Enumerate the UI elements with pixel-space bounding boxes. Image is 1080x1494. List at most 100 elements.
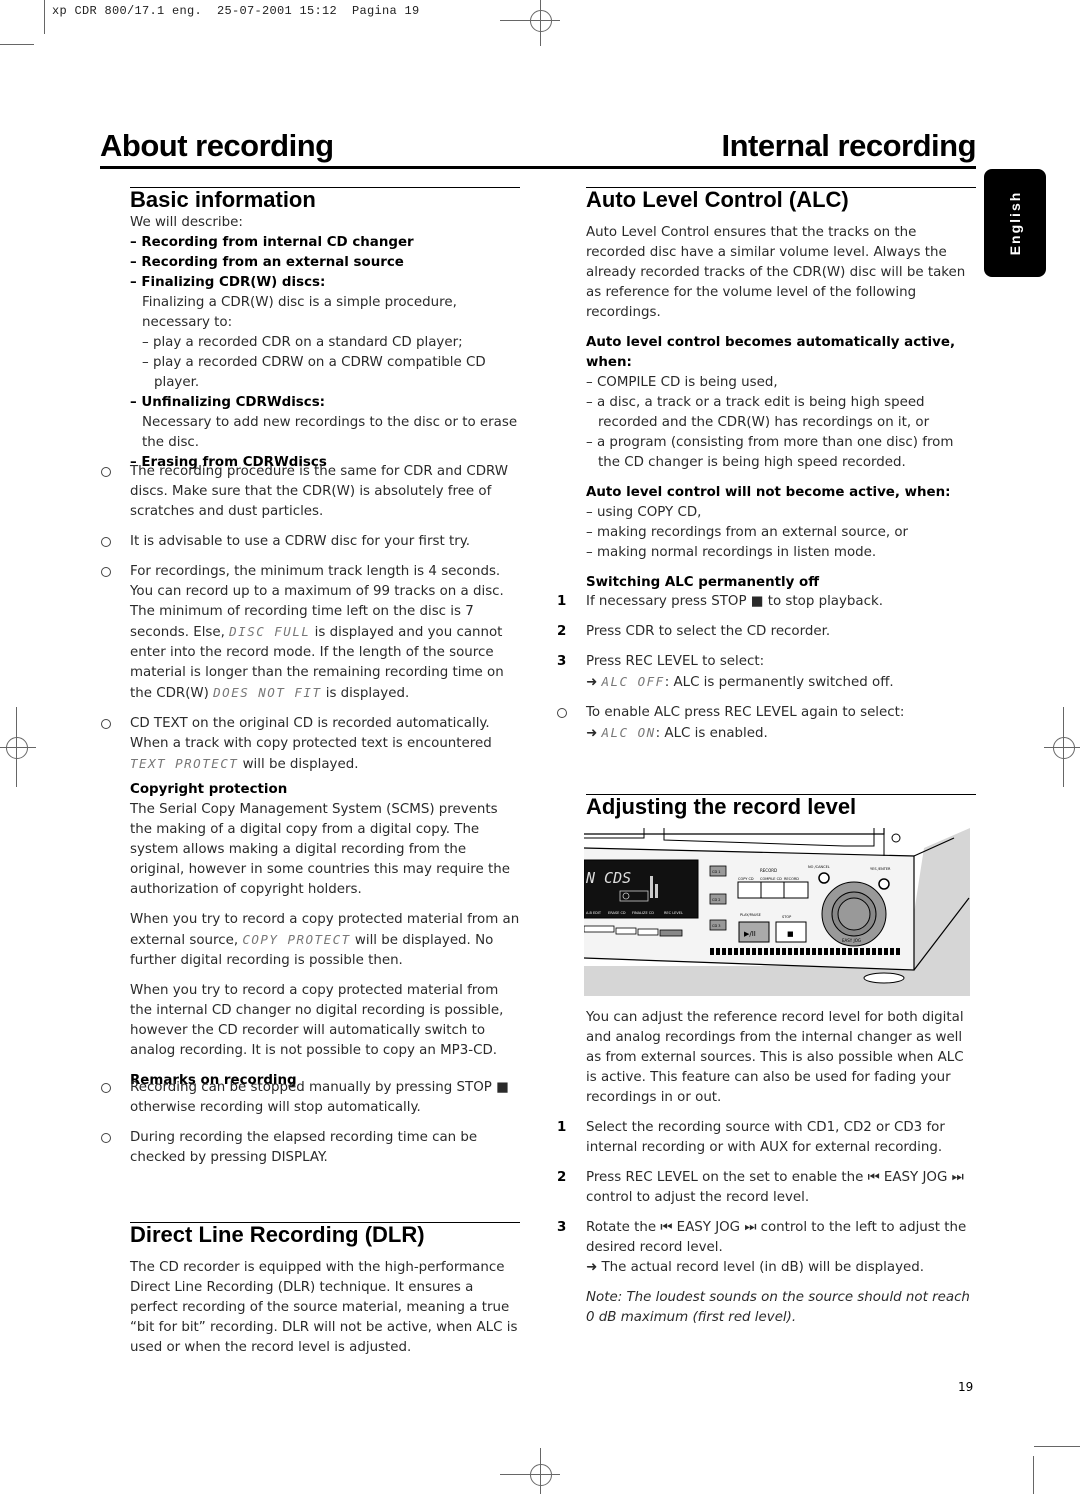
svg-text:YES /ENTER: YES /ENTER (870, 867, 891, 871)
svg-text:CD 3: CD 3 (712, 924, 720, 928)
vent-slot (836, 948, 840, 955)
vent-slot (770, 948, 774, 955)
svg-text:CD 2: CD 2 (712, 898, 720, 902)
display-button-label: A-B EDIT (586, 911, 602, 915)
svg-text:PLAY/PAUSE: PLAY/PAUSE (740, 913, 761, 917)
bullet-item: For recordings, the minimum track length… (101, 562, 522, 704)
adjust-record-level-heading: Adjusting the record level (586, 794, 857, 819)
arrow-right-icon: ➜ (586, 675, 598, 690)
display-button-label: REC LEVEL (664, 911, 683, 915)
bullet-circle-icon (557, 708, 567, 718)
registration-mark (6, 737, 28, 759)
left-page-title: About recording (100, 128, 334, 163)
step-item: 1 Select the recording source with CD1, C… (557, 1120, 945, 1155)
vent-slot (884, 948, 888, 955)
copyright-protection: Copyright protection The Serial Copy Man… (130, 780, 522, 1091)
registration-mark (530, 1464, 552, 1486)
dlr-heading: Direct Line Recording (DLR) (130, 1222, 425, 1247)
vent-slot (824, 948, 828, 955)
svg-text:EASY JOG: EASY JOG (842, 938, 861, 943)
vent-slot (854, 948, 858, 955)
lcd-text-does-not-fit: DOES NOT FIT (213, 685, 322, 700)
cd-recorder-illustration: N CDS A-B EDIT ERASE CD FINALIZE CD REC … (584, 828, 970, 996)
svg-text:RECORD: RECORD (784, 877, 799, 881)
vent-slot (722, 948, 726, 955)
vent-slot (818, 948, 822, 955)
title-rule (100, 166, 976, 169)
svg-text:RECORD: RECORD (760, 868, 777, 873)
vent-slot (788, 948, 792, 955)
recording-notes: The recording procedure is the same for … (101, 452, 522, 775)
note-text: Note: The loudest sounds on the source s… (586, 1290, 970, 1325)
vent-slot (740, 948, 744, 955)
copyright-heading: Copyright protection (130, 782, 288, 797)
bullet-item: Recording can be stopped manually by pre… (101, 1078, 522, 1118)
crop-mark (1033, 1456, 1034, 1494)
svg-text:NO /CANCEL: NO /CANCEL (808, 865, 830, 869)
vent-slot (728, 948, 732, 955)
alc-inactive-heading: Auto level control will not become activ… (586, 485, 951, 500)
lcd-text-copy-protect: COPY PROTECT (242, 932, 351, 947)
vent-slot (746, 948, 750, 955)
svg-text:CD 1: CD 1 (712, 870, 720, 874)
vent-slot (782, 948, 786, 955)
lcd-text-disc-full: DISC FULL (229, 624, 311, 639)
bullet-item: The recording procedure is the same for … (101, 462, 522, 522)
vent-slot (764, 948, 768, 955)
right-page-title: Internal recording (721, 128, 976, 163)
vent-slot (872, 948, 876, 955)
vent-slot (758, 948, 762, 955)
lcd-text-text-protect: TEXT PROTECT (130, 756, 239, 771)
bullet-circle-icon (101, 467, 111, 477)
vent-slot (842, 948, 846, 955)
adjust-record-level-body: You can adjust the reference record leve… (586, 1010, 964, 1105)
vent-slot (806, 948, 810, 955)
basic-information-heading: Basic information (130, 187, 316, 212)
svg-text:COMPILE CD: COMPILE CD (760, 877, 782, 881)
alc-active-heading: Auto level control becomes automatically… (586, 335, 956, 370)
step-item: 3 Rotate the ⏮ EASY JOG ⏭ control to the … (557, 1220, 967, 1275)
display-readout: N CDS (585, 869, 631, 887)
vent-slot (752, 948, 756, 955)
adjust-steps: 1 Select the recording source with CD1, C… (557, 1118, 978, 1328)
vent-slot (890, 948, 894, 955)
display-button-label: ERASE CD (608, 911, 626, 915)
step-item: 2 Press REC LEVEL on the set to enable th… (557, 1170, 964, 1205)
svg-text:COPY CD: COPY CD (738, 877, 754, 881)
bullet-circle-icon (101, 537, 111, 547)
alc-switch-heading: Switching ALC permanently off (586, 575, 820, 590)
vent-slot (860, 948, 864, 955)
vent-slot (716, 948, 720, 955)
alc-steps: 1 If necessary press STOP ■ to stop playb… (557, 592, 978, 744)
lcd-text-alc-on: ALC ON (601, 725, 656, 740)
alc-heading: Auto Level Control (ALC) (586, 187, 849, 212)
crop-mark (1034, 1446, 1080, 1447)
vent-slot (866, 948, 870, 955)
remarks-list: Recording can be stopped manually by pre… (101, 1078, 522, 1168)
lcd-text-alc-off: ALC OFF (601, 674, 665, 689)
vent-slot (794, 948, 798, 955)
dlr-body: The CD recorder is equipped with the hig… (130, 1260, 518, 1355)
vent-slot (800, 948, 804, 955)
crop-mark (44, 0, 45, 34)
registration-mark (530, 10, 552, 32)
vent-slot (710, 948, 714, 955)
display-button-label: FINALIZE CD (632, 911, 654, 915)
step-item: 2 Press CDR to select the CD recorder. (557, 624, 831, 639)
svg-text:STOP: STOP (782, 915, 791, 919)
basic-information-body: We will describe: – Recording from inter… (130, 215, 518, 470)
vent-slot (896, 948, 900, 955)
step-item: 3 Press REC LEVEL to select: ➜ ALC OFF: AL… (557, 654, 894, 690)
vent-slot (878, 948, 882, 955)
svg-text:■: ■ (787, 930, 794, 938)
vent-slot (776, 948, 780, 955)
bullet-circle-icon (101, 567, 111, 577)
bullet-item: CD TEXT on the original CD is recorded a… (101, 714, 522, 775)
step-item: 1 If necessary press STOP ■ to stop playb… (557, 594, 884, 609)
bullet-item: It is advisable to use a CDRW disc for y… (101, 532, 522, 552)
arrow-right-icon: ➜ (586, 726, 598, 741)
bullet-item: To enable ALC press REC LEVEL again to s… (557, 703, 978, 744)
registration-mark (1053, 737, 1075, 759)
bullet-circle-icon (101, 1133, 111, 1143)
alc-body: Auto Level Control ensures that the trac… (586, 223, 978, 593)
